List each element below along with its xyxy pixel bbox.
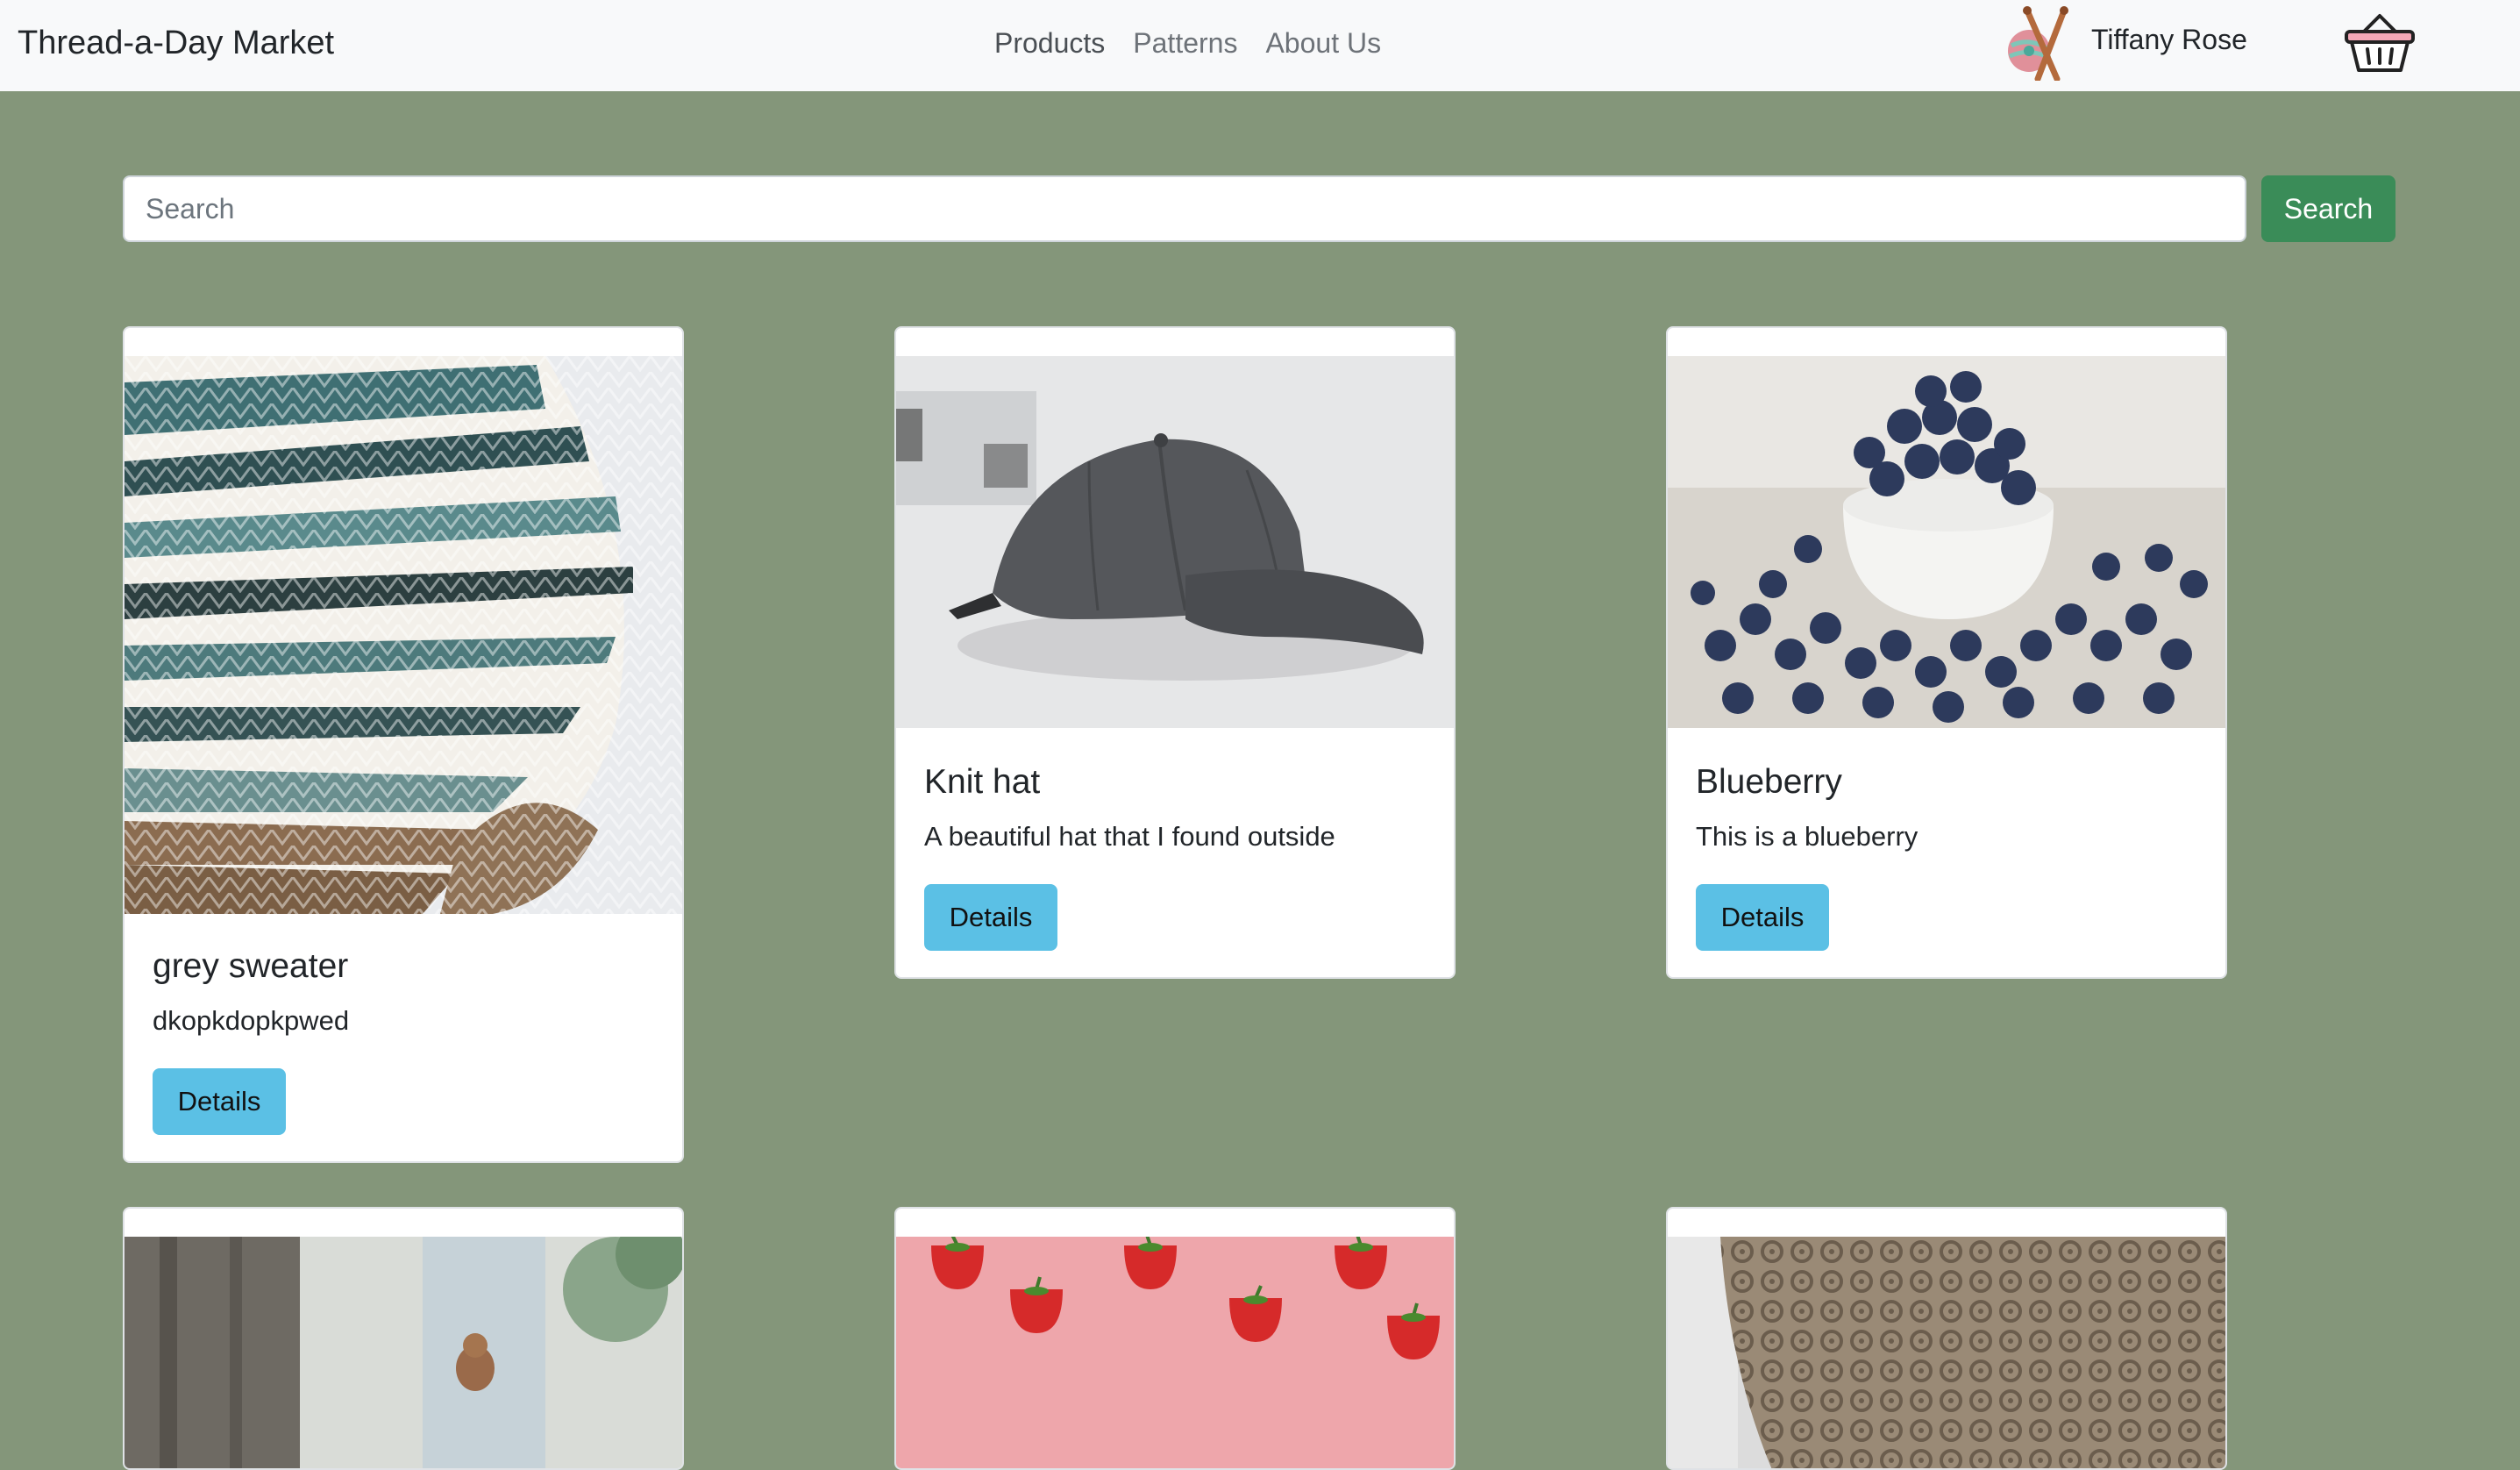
product-image[interactable] bbox=[896, 1237, 1454, 1468]
product-image[interactable] bbox=[125, 356, 682, 914]
search-input[interactable] bbox=[123, 175, 2246, 242]
nav-link-about-us[interactable]: About Us bbox=[1265, 0, 1381, 86]
product-card: Blueberry This is a blueberry Details bbox=[1666, 326, 2227, 979]
nav-link-patterns[interactable]: Patterns bbox=[1133, 0, 1237, 86]
product-image[interactable] bbox=[896, 356, 1454, 728]
product-card bbox=[1666, 1207, 2227, 1470]
product-title: grey sweater bbox=[153, 947, 349, 985]
user-name[interactable]: Tiffany Rose bbox=[2091, 0, 2247, 79]
product-image[interactable] bbox=[1668, 1237, 2225, 1468]
product-title: Blueberry bbox=[1696, 763, 1842, 801]
basket-icon[interactable] bbox=[2343, 12, 2417, 74]
product-title: Knit hat bbox=[924, 763, 1041, 801]
product-card: grey sweater dkopkdopkpwed Details bbox=[123, 326, 684, 1163]
product-description: A beautiful hat that I found outside bbox=[924, 821, 1335, 852]
product-description: dkopkdopkpwed bbox=[153, 1005, 350, 1036]
search-button[interactable]: Search bbox=[2261, 175, 2395, 242]
product-description: This is a blueberry bbox=[1696, 821, 1918, 852]
details-button[interactable]: Details bbox=[153, 1068, 286, 1135]
product-image[interactable] bbox=[125, 1237, 682, 1468]
details-button[interactable]: Details bbox=[924, 884, 1057, 951]
brand-link[interactable]: Thread-a-Day Market bbox=[18, 0, 334, 86]
product-card: Knit hat A beautiful hat that I found ou… bbox=[894, 326, 1456, 979]
yarn-needles-icon[interactable] bbox=[2003, 5, 2078, 81]
navbar: Thread-a-Day Market Products Patterns Ab… bbox=[0, 0, 2520, 91]
nav-links: Products Patterns About Us bbox=[994, 0, 1409, 86]
product-image[interactable] bbox=[1668, 356, 2225, 728]
nav-link-products[interactable]: Products bbox=[994, 0, 1105, 86]
product-card bbox=[894, 1207, 1456, 1470]
product-card bbox=[123, 1207, 684, 1470]
details-button[interactable]: Details bbox=[1696, 884, 1829, 951]
